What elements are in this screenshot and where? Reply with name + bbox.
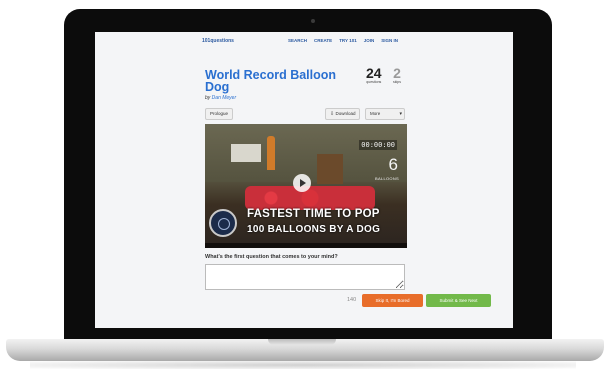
video-controls[interactable]: [205, 243, 407, 248]
balloon-count-label: BALLOONS: [375, 176, 399, 181]
play-icon[interactable]: [293, 174, 311, 192]
balloon-count: 6: [388, 155, 398, 174]
video-caption-line1: FASTEST TIME TO POP: [247, 208, 380, 220]
submit-button[interactable]: Submit & See Next: [426, 294, 491, 307]
download-button[interactable]: ⇩ Download: [325, 108, 361, 120]
question-prompt: What's the first question that comes to …: [205, 254, 338, 260]
more-dropdown[interactable]: More ▾: [365, 108, 405, 120]
more-label: More: [370, 111, 381, 116]
nav-search[interactable]: SEARCH: [288, 38, 307, 43]
laptop-notch: [268, 339, 336, 345]
download-label: Download: [335, 111, 356, 116]
page-title: World Record Balloon Dog: [205, 68, 337, 94]
chevron-down-icon: ▾: [399, 111, 402, 117]
nav-create[interactable]: CREATE: [314, 38, 332, 43]
site-logo[interactable]: 101questions: [202, 38, 234, 44]
nav-join[interactable]: JOIN: [364, 38, 375, 43]
top-nav: 101questions SEARCH CREATE TRY 101 JOIN …: [95, 32, 513, 48]
laptop-screen: 101questions SEARCH CREATE TRY 101 JOIN …: [95, 32, 513, 328]
video-toolbar: Prologue ⇩ Download More ▾: [205, 108, 407, 120]
laptop-shadow: [30, 361, 576, 369]
skips-count-value: 2: [393, 65, 401, 81]
questions-count-value: 24: [366, 65, 382, 81]
video-scene-balloons: [245, 186, 375, 210]
author-prefix: by: [205, 95, 211, 101]
video-scene-board: [231, 144, 261, 162]
video-scene-podium: [317, 154, 343, 184]
nav-links: SEARCH CREATE TRY 101 JOIN SIGN IN: [288, 38, 398, 43]
author-link[interactable]: Dan Meyer: [212, 95, 236, 101]
prologue-button[interactable]: Prologue: [205, 108, 234, 120]
video-player[interactable]: 00:00:00 6 BALLOONS FASTEST TIME TO POP …: [205, 124, 407, 248]
questions-count-label: questions: [366, 80, 382, 84]
camera-icon: [311, 19, 315, 23]
author-line: by Dan Meyer: [205, 95, 236, 101]
skip-button[interactable]: Skip It, I'm Bored: [362, 294, 423, 307]
questions-count: 24 questions: [366, 66, 382, 84]
skips-count-label: skips: [393, 80, 401, 84]
skips-count: 2 skips: [393, 66, 401, 84]
nav-sign-in[interactable]: SIGN IN: [381, 38, 398, 43]
video-caption-line2: 100 BALLOONS BY A DOG: [247, 224, 381, 235]
video-timer: 00:00:00: [359, 140, 397, 150]
nav-try[interactable]: TRY 101: [339, 38, 357, 43]
video-scene-person: [267, 136, 275, 170]
question-input[interactable]: [205, 264, 405, 290]
char-counter: 140: [347, 297, 357, 303]
download-icon: ⇩: [330, 111, 335, 117]
guinness-logo: [209, 209, 237, 237]
